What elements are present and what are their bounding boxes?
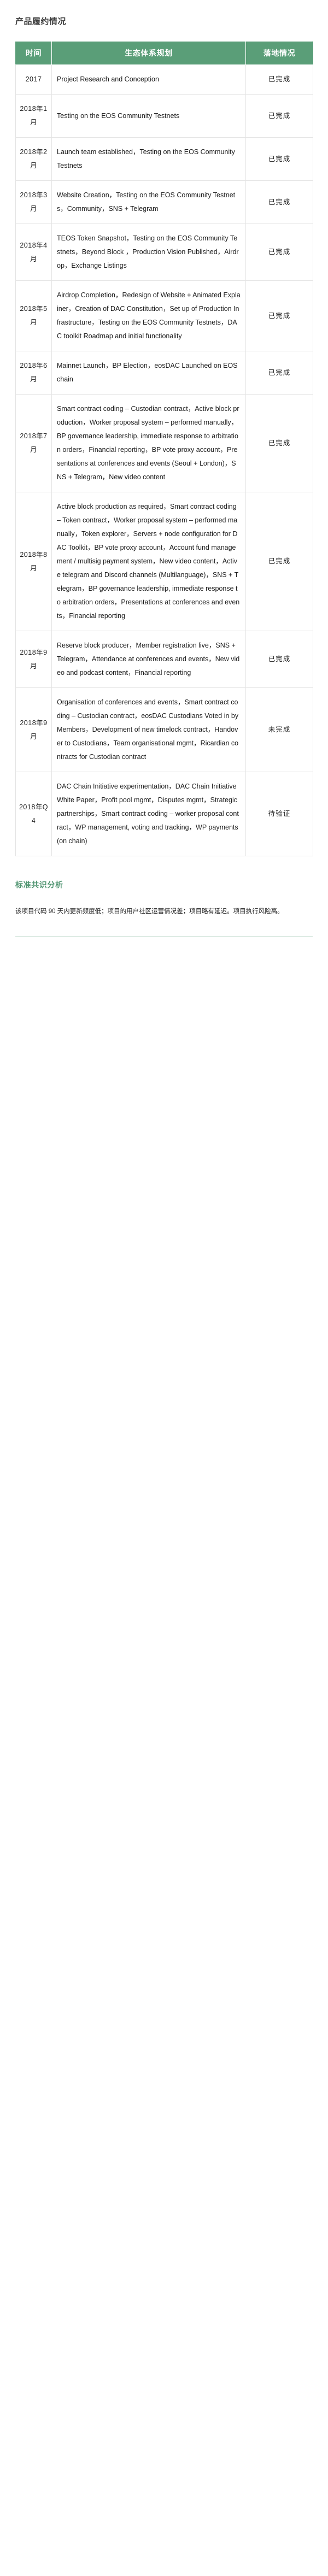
table-row: 2018年1月 Testing on the EOS Community Test… [15, 94, 313, 138]
cell-status: 已完成 [245, 64, 313, 95]
cell-status: 已完成 [245, 280, 313, 351]
cell-status: 未完成 [245, 687, 313, 772]
cell-status: 已完成 [245, 137, 313, 181]
page-container: 产品履约情况 时间 生态体系规划 落地情况 2017 Project Resear… [0, 0, 328, 937]
analysis-body: 该项目代码 90 天内更新频度低；项目的用户社区运营情况差；项目略有延迟。项目执… [15, 908, 284, 915]
cell-time: 2018年3月 [15, 180, 52, 224]
table-row: 2018年6月 Mainnet Launch，BP Election，eosDAC… [15, 351, 313, 395]
column-header-time: 时间 [15, 41, 52, 65]
cell-plan: Mainnet Launch，BP Election，eosDAC Launch… [51, 351, 246, 395]
cell-plan: Airdrop Completion，Redesign of Website +… [51, 280, 246, 351]
cell-plan: TEOS Token Snapshot，Testing on the EOS C… [51, 224, 246, 281]
cell-status: 已完成 [245, 631, 313, 688]
cell-time: 2018年4月 [15, 224, 52, 281]
cell-status: 已完成 [245, 394, 313, 492]
cell-time: 2017 [15, 64, 52, 95]
table-row: 2018年9月 Reserve block producer，Member reg… [15, 631, 313, 688]
cell-plan: Smart contract coding – Custodian contra… [51, 394, 246, 492]
column-header-status: 落地情况 [245, 41, 313, 65]
cell-time: 2018年2月 [15, 137, 52, 181]
cell-status: 已完成 [245, 94, 313, 138]
table-body: 2017 Project Research and Conception 已完成 20… [15, 64, 313, 856]
cell-time: 2018年1月 [15, 94, 52, 138]
table-row: 2018年9月 Organisation of conferences and e… [15, 687, 313, 772]
cell-status: 待验证 [245, 772, 313, 856]
column-header-plan: 生态体系规划 [51, 41, 246, 65]
cell-plan: Launch team established，Testing on the E… [51, 137, 246, 181]
table-row: 2017 Project Research and Conception 已完成 [15, 64, 313, 95]
table-row: 2018年4月 TEOS Token Snapshot，Testing on th… [15, 224, 313, 281]
cell-plan: Website Creation，Testing on the EOS Comm… [51, 180, 246, 224]
table-row: 2018年2月 Launch team established，Testing o… [15, 137, 313, 181]
cell-plan: DAC Chain Initiative experimentation，DAC… [51, 772, 246, 856]
table-header: 时间 生态体系规划 落地情况 [15, 41, 313, 65]
cell-status: 已完成 [245, 224, 313, 281]
analysis-title: 标准共识分析 [15, 880, 63, 889]
cell-status: 已完成 [245, 180, 313, 224]
cell-plan: Project Research and Conception [51, 64, 246, 95]
page-title: 产品履约情况 [15, 17, 67, 26]
cell-plan: Testing on the EOS Community Testnets [51, 94, 246, 138]
cell-time: 2018年9月 [15, 631, 52, 688]
cell-plan: Organisation of conferences and events，S… [51, 687, 246, 772]
table-header-row: 时间 生态体系规划 落地情况 [15, 41, 313, 65]
cell-plan: Active block production as required，Smar… [51, 492, 246, 631]
table-row: 2018年7月 Smart contract coding – Custodian… [15, 394, 313, 492]
table-row: 2018年5月 Airdrop Completion，Redesign of We… [15, 280, 313, 351]
roadmap-table: 时间 生态体系规划 落地情况 2017 Project Research and … [15, 41, 313, 856]
table-row: 2018年Q4 DAC Chain Initiative experimentat… [15, 772, 313, 856]
cell-status: 已完成 [245, 492, 313, 631]
table-row: 2018年8月 Active block production as requir… [15, 492, 313, 631]
cell-time: 2018年5月 [15, 280, 52, 351]
cell-time: 2018年Q4 [15, 772, 52, 856]
cell-time: 2018年9月 [15, 687, 52, 772]
cell-time: 2018年7月 [15, 394, 52, 492]
cell-time: 2018年8月 [15, 492, 52, 631]
cell-time: 2018年6月 [15, 351, 52, 395]
cell-status: 已完成 [245, 351, 313, 395]
cell-plan: Reserve block producer，Member registrati… [51, 631, 246, 688]
table-row: 2018年3月 Website Creation，Testing on the E… [15, 180, 313, 224]
